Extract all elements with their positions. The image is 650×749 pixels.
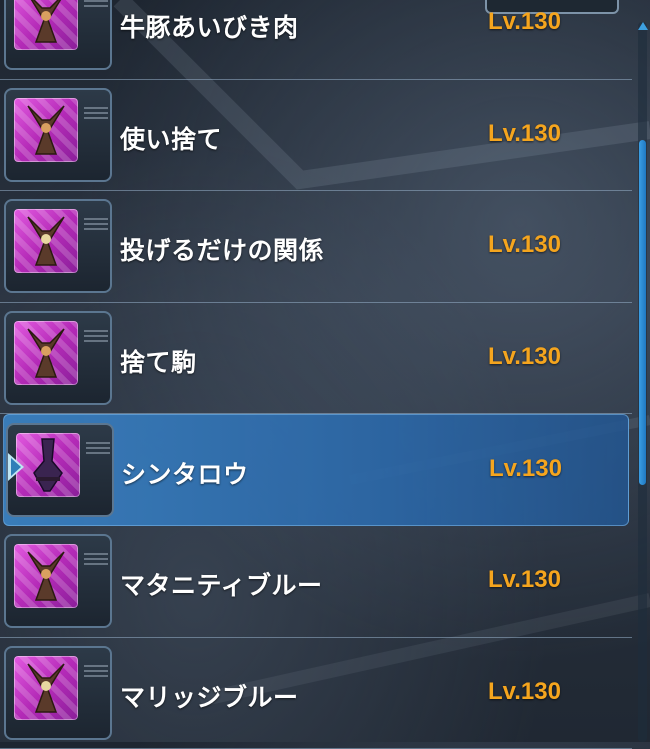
mag-name: 投げるだけの関係 <box>120 236 325 266</box>
mag-name: マタニティブルー <box>120 570 323 600</box>
mag-icon <box>16 433 80 498</box>
icon-caption-lines <box>84 215 108 235</box>
list-item[interactable]: マリッジブルー Lv.130 <box>0 638 632 749</box>
selection-cursor-icon <box>8 453 24 482</box>
icon-caption-lines <box>84 104 108 124</box>
mag-level: Lv.130 <box>488 677 561 705</box>
list-item[interactable]: 捨て駒 Lv.130 <box>0 303 632 415</box>
item-icon-frame <box>4 0 112 70</box>
mag-name: 牛豚あいびき肉 <box>120 13 299 42</box>
mag-icon <box>14 209 78 274</box>
icon-caption-lines <box>84 550 108 570</box>
item-icon-frame <box>4 199 112 294</box>
mag-list: 牛豚あいびき肉 Lv.130 使い捨て Lv.130 投げるだけの関係 Lv.1… <box>0 0 632 749</box>
icon-caption-lines <box>86 439 110 459</box>
item-icon-frame <box>4 645 112 740</box>
mag-level: Lv.130 <box>488 119 561 147</box>
mag-icon <box>14 0 78 50</box>
scroll-up-arrow-icon[interactable] <box>638 22 648 30</box>
mag-name: シンタロウ <box>121 460 249 490</box>
list-item[interactable]: 牛豚あいびき肉 Lv.130 <box>0 0 632 80</box>
mag-name: マリッジブルー <box>120 682 299 712</box>
list-item-selected[interactable]: シンタロウ Lv.130 <box>3 414 629 526</box>
icon-caption-lines <box>84 327 108 347</box>
mag-level: Lv.130 <box>488 231 561 259</box>
item-icon-frame <box>4 533 112 628</box>
icon-caption-lines <box>84 662 108 682</box>
mag-icon <box>14 543 78 608</box>
list-item[interactable]: 投げるだけの関係 Lv.130 <box>0 191 632 303</box>
mag-icon <box>14 320 78 385</box>
list-item[interactable]: マタニティブルー Lv.130 <box>0 526 632 638</box>
mag-level: Lv.130 <box>488 8 561 35</box>
mag-name: 捨て駒 <box>120 347 197 377</box>
item-icon-frame <box>4 87 112 182</box>
mag-name: 使い捨て <box>120 124 223 154</box>
scrollbar-thumb[interactable] <box>639 140 646 485</box>
mag-icon <box>14 97 78 162</box>
mag-icon <box>14 655 78 720</box>
icon-caption-lines <box>84 0 108 12</box>
mag-level: Lv.130 <box>488 565 561 593</box>
list-item[interactable]: 使い捨て Lv.130 <box>0 80 632 192</box>
mag-level: Lv.130 <box>489 455 562 483</box>
item-icon-frame <box>4 310 112 405</box>
mag-level: Lv.130 <box>488 342 561 370</box>
